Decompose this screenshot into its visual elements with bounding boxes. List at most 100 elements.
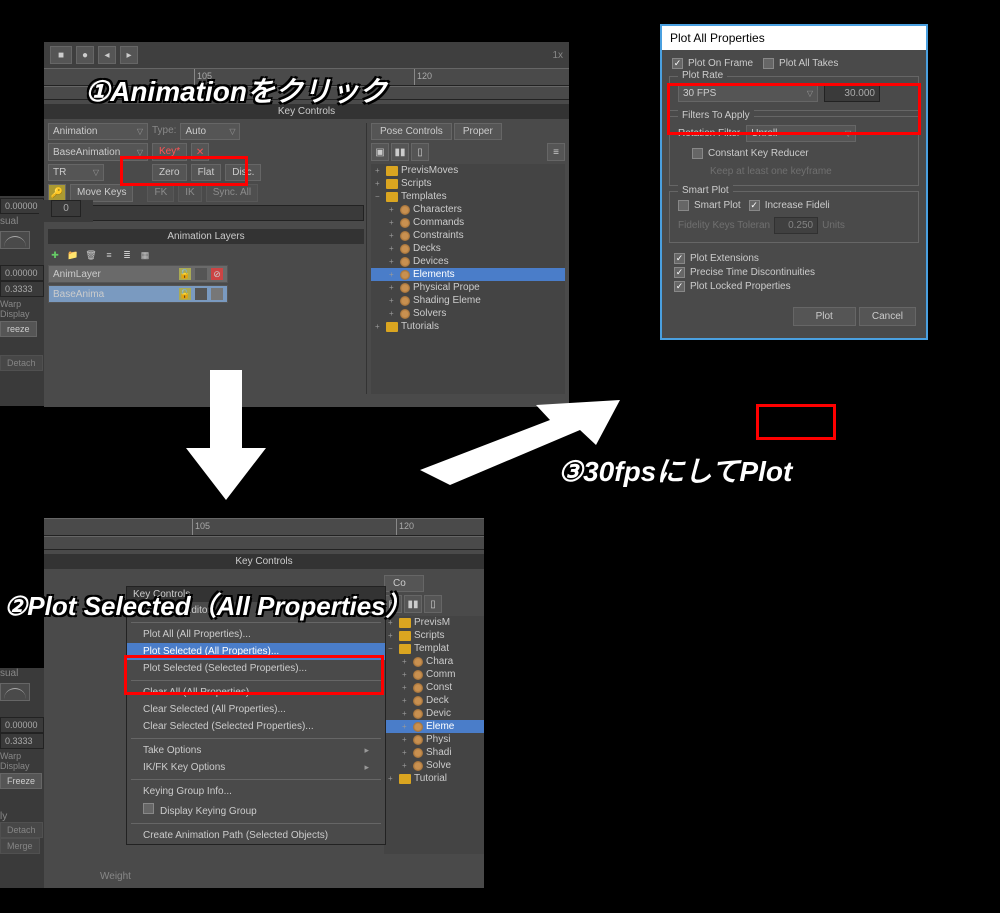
tree-toggle-icon[interactable]: + bbox=[389, 244, 397, 253]
tree-item[interactable]: +Solve bbox=[384, 759, 484, 772]
tree-toggle-icon[interactable]: + bbox=[375, 166, 383, 175]
tree-item[interactable]: +Deck bbox=[384, 694, 484, 707]
tree-item[interactable]: +Scripts bbox=[371, 177, 565, 190]
tree-item[interactable]: −Templates bbox=[371, 190, 565, 203]
tree-item[interactable]: −Templat bbox=[384, 642, 484, 655]
tree-item[interactable]: +Tutorials bbox=[371, 320, 565, 333]
tree-toggle-icon[interactable]: + bbox=[388, 631, 396, 640]
detach-button[interactable]: Detach bbox=[0, 355, 43, 371]
plot-extensions-check[interactable]: Plot Extensions bbox=[674, 253, 914, 264]
menu-item[interactable]: Clear Selected (Selected Properties)... bbox=[127, 718, 385, 735]
toolbar-icon[interactable]: ▯ bbox=[424, 595, 442, 613]
tree-toggle-icon[interactable]: + bbox=[402, 761, 410, 770]
asset-tree[interactable]: +PrevisMoves+Scripts−Templates+Character… bbox=[371, 164, 565, 394]
mute-icon[interactable] bbox=[211, 288, 223, 300]
tree-item[interactable]: +Solvers bbox=[371, 307, 565, 320]
solo-icon[interactable] bbox=[195, 288, 207, 300]
value-field[interactable]: 0.3333 bbox=[0, 733, 44, 749]
animation-button[interactable]: Animation bbox=[48, 123, 148, 140]
plot-on-frame-check[interactable]: Plot On Frame bbox=[672, 58, 753, 69]
fk-button[interactable]: FK bbox=[147, 184, 174, 202]
layer-row[interactable]: AnimLayer 🔓 ⊘ bbox=[48, 265, 228, 283]
layers2-icon[interactable]: ≣ bbox=[120, 248, 134, 262]
tree-item[interactable]: +Characters bbox=[371, 203, 565, 216]
rec-icon[interactable]: ● bbox=[76, 46, 94, 64]
list-icon[interactable]: ≡ bbox=[547, 143, 565, 161]
tree-item[interactable]: +Devices bbox=[371, 255, 565, 268]
layer-row[interactable]: BaseAnima 🔓 bbox=[48, 285, 228, 303]
timeline-ruler2[interactable] bbox=[44, 536, 484, 550]
tree-item[interactable]: +Decks bbox=[371, 242, 565, 255]
trash-icon[interactable]: 🗑 bbox=[84, 248, 98, 262]
lock-icon[interactable]: 🔓 bbox=[179, 268, 191, 280]
tree-toggle-icon[interactable]: + bbox=[375, 322, 383, 331]
value-field[interactable]: 0.00000 bbox=[0, 265, 44, 281]
tree-item[interactable]: +Chara bbox=[384, 655, 484, 668]
plot-button[interactable]: Plot bbox=[793, 307, 856, 326]
ref-input[interactable] bbox=[78, 205, 364, 221]
tree-item[interactable]: +Commands bbox=[371, 216, 565, 229]
tree-toggle-icon[interactable]: + bbox=[389, 309, 397, 318]
pause-icon[interactable]: ▮▮ bbox=[391, 143, 409, 161]
tree-toggle-icon[interactable]: + bbox=[402, 735, 410, 744]
menu-item[interactable]: Keying Group Info... bbox=[127, 783, 385, 800]
tree-toggle-icon[interactable]: + bbox=[389, 270, 397, 279]
value-field[interactable]: 0.00000 bbox=[0, 717, 44, 733]
menu-item[interactable]: IK/FK Key Options bbox=[127, 759, 385, 776]
freeze-button[interactable]: Freeze bbox=[0, 773, 42, 789]
layers-icon[interactable]: ≡ bbox=[102, 248, 116, 262]
tree-toggle-icon[interactable]: + bbox=[402, 722, 410, 731]
tree-item[interactable]: +Shadi bbox=[384, 746, 484, 759]
merge-button[interactable]: Merge bbox=[0, 838, 40, 854]
tab-pose-controls[interactable]: Pose Controls bbox=[371, 123, 452, 140]
curve-icon[interactable] bbox=[0, 683, 30, 701]
tree-toggle-icon[interactable]: + bbox=[389, 218, 397, 227]
step-fwd-icon[interactable]: ▸ bbox=[120, 46, 138, 64]
lock-icon[interactable]: 🔓 bbox=[179, 288, 191, 300]
sync-button[interactable]: Sync. All bbox=[206, 184, 258, 202]
tr-dropdown[interactable]: TR bbox=[48, 164, 104, 181]
tree-toggle-icon[interactable]: − bbox=[375, 192, 383, 201]
step-back-icon[interactable]: ◂ bbox=[98, 46, 116, 64]
menu-item[interactable]: Clear Selected (All Properties)... bbox=[127, 701, 385, 718]
tree-item[interactable]: +PrevisMoves bbox=[371, 164, 565, 177]
asset-tree[interactable]: +PrevisM+Scripts−Templat+Chara+Comm+Cons… bbox=[384, 616, 484, 854]
tree-toggle-icon[interactable]: + bbox=[402, 748, 410, 757]
tree-item[interactable]: +Devic bbox=[384, 707, 484, 720]
tree-toggle-icon[interactable]: + bbox=[402, 683, 410, 692]
tree-toggle-icon[interactable]: + bbox=[389, 283, 397, 292]
tree-toggle-icon[interactable]: + bbox=[402, 657, 410, 666]
constant-key-check[interactable]: Constant Key Reducer bbox=[692, 148, 809, 159]
freeze-button[interactable]: reeze bbox=[0, 321, 37, 337]
detach-button[interactable]: Detach bbox=[0, 822, 43, 838]
tree-item[interactable]: +Physical Prope bbox=[371, 281, 565, 294]
tree-item[interactable]: +Const bbox=[384, 681, 484, 694]
zero-field[interactable]: 0 bbox=[39, 200, 93, 222]
tree-toggle-icon[interactable]: + bbox=[389, 231, 397, 240]
cancel-button[interactable]: Cancel bbox=[859, 307, 916, 326]
mute-icon[interactable]: ⊘ bbox=[211, 268, 223, 280]
tree-item[interactable]: +Shading Eleme bbox=[371, 294, 565, 307]
toolbar-icon[interactable]: ▯ bbox=[411, 143, 429, 161]
value-field[interactable]: 0.00000 bbox=[0, 198, 44, 214]
tree-item[interactable]: +Scripts bbox=[384, 629, 484, 642]
value-field[interactable]: 0.3333 bbox=[0, 281, 44, 297]
tree-toggle-icon[interactable]: + bbox=[375, 179, 383, 188]
toolbar-icon[interactable]: ▣ bbox=[371, 143, 389, 161]
tree-item[interactable]: +Constraints bbox=[371, 229, 565, 242]
add-layer-icon[interactable]: ✚ bbox=[48, 248, 62, 262]
precise-time-check[interactable]: Precise Time Discontinuities bbox=[674, 267, 914, 278]
tree-item[interactable]: +Comm bbox=[384, 668, 484, 681]
menu-item[interactable]: Display Keying Group bbox=[127, 800, 385, 820]
tree-item[interactable]: +Eleme bbox=[384, 720, 484, 733]
tree-toggle-icon[interactable]: + bbox=[389, 296, 397, 305]
tree-toggle-icon[interactable]: + bbox=[389, 257, 397, 266]
fidelity-value[interactable]: 0.250 bbox=[774, 217, 818, 234]
plot-all-takes-check[interactable]: Plot All Takes bbox=[763, 58, 838, 69]
tree-toggle-icon[interactable]: + bbox=[402, 670, 410, 679]
type-dropdown[interactable]: Auto bbox=[180, 123, 240, 140]
increase-fidelity-check[interactable]: Increase Fideli bbox=[749, 200, 830, 211]
ik-button[interactable]: IK bbox=[178, 184, 201, 202]
solo-icon[interactable] bbox=[195, 268, 207, 280]
tree-item[interactable]: +Elements bbox=[371, 268, 565, 281]
